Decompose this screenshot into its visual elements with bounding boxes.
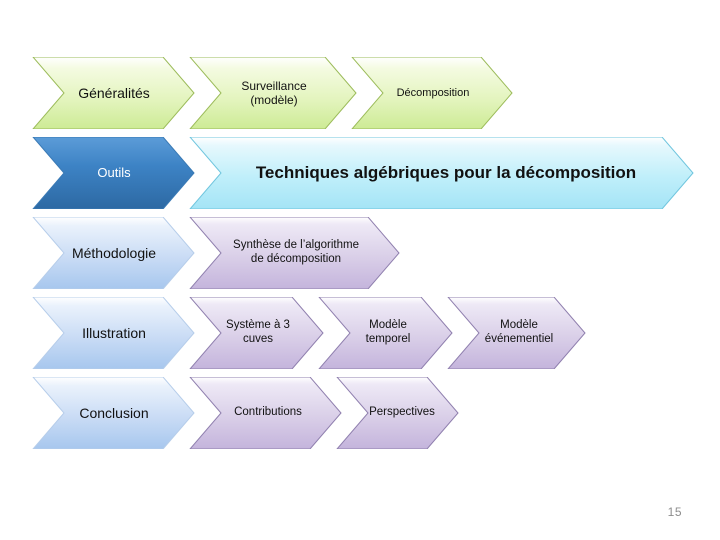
agenda-sub-modele-evenementiel[interactable]: Modèle événementiel: [464, 297, 574, 369]
agenda-label-generalites-text: Généralités: [78, 84, 150, 101]
agenda-sub-surveillance-text: Surveillance (modèle): [241, 78, 307, 107]
agenda-sub-modele-temporel-text: Modèle temporel: [365, 319, 411, 345]
agenda-label-conclusion[interactable]: Conclusion: [48, 377, 180, 449]
page-number: 15: [667, 505, 682, 519]
agenda-label-generalites[interactable]: Généralités: [48, 57, 180, 129]
agenda-row-conclusion: Conclusion Contributions Perspectives: [0, 377, 720, 449]
agenda-sub-perspectives[interactable]: Perspectives: [350, 377, 454, 449]
agenda-sub-decomposition-text: Décomposition: [396, 86, 470, 99]
slide-canvas: Généralités Surveillance (modèle) Décomp…: [0, 0, 720, 540]
agenda-label-outils[interactable]: Outils: [48, 137, 180, 209]
agenda-sub-modele-evenementiel-text: Modèle événementiel: [484, 319, 554, 345]
agenda-sub-systeme-3-cuves-text: Système à 3 cuves: [226, 319, 290, 345]
agenda-sub-modele-temporel[interactable]: Modèle temporel: [336, 297, 440, 369]
agenda-sub-systeme-3-cuves[interactable]: Système à 3 cuves: [206, 297, 310, 369]
agenda-sub-synthese[interactable]: Synthèse de l’algorithme de décompositio…: [206, 217, 386, 289]
agenda-row-illustration: Illustration Système à 3 cuves Modèle te…: [0, 297, 720, 369]
agenda-sub-perspectives-text: Perspectives: [369, 406, 435, 419]
agenda-sub-contributions-text: Contributions: [234, 406, 302, 419]
agenda-sub-decomposition[interactable]: Décomposition: [367, 57, 499, 129]
agenda-label-methodologie-text: Méthodologie: [71, 244, 157, 261]
agenda-row-generalites: Généralités Surveillance (modèle) Décomp…: [0, 57, 720, 129]
agenda-label-outils-text: Outils: [97, 165, 131, 181]
agenda-sub-techniques-text: Techniques algébriques pour la décomposi…: [255, 162, 637, 182]
agenda-row-outils: Outils Techniques algébriques pour la dé…: [0, 137, 720, 209]
agenda-sub-techniques[interactable]: Techniques algébriques pour la décomposi…: [221, 137, 671, 209]
agenda-sub-surveillance[interactable]: Surveillance (modèle): [206, 57, 342, 129]
agenda-sub-synthese-text: Synthèse de l’algorithme de décompositio…: [233, 239, 359, 265]
agenda-label-conclusion-text: Conclusion: [79, 404, 149, 421]
agenda-sub-contributions[interactable]: Contributions: [208, 377, 328, 449]
agenda-label-illustration-text: Illustration: [82, 324, 146, 341]
agenda-row-methodologie: Méthodologie Synthèse de l’algorithme de…: [0, 217, 720, 289]
agenda-label-illustration[interactable]: Illustration: [48, 297, 180, 369]
agenda-label-methodologie[interactable]: Méthodologie: [48, 217, 180, 289]
